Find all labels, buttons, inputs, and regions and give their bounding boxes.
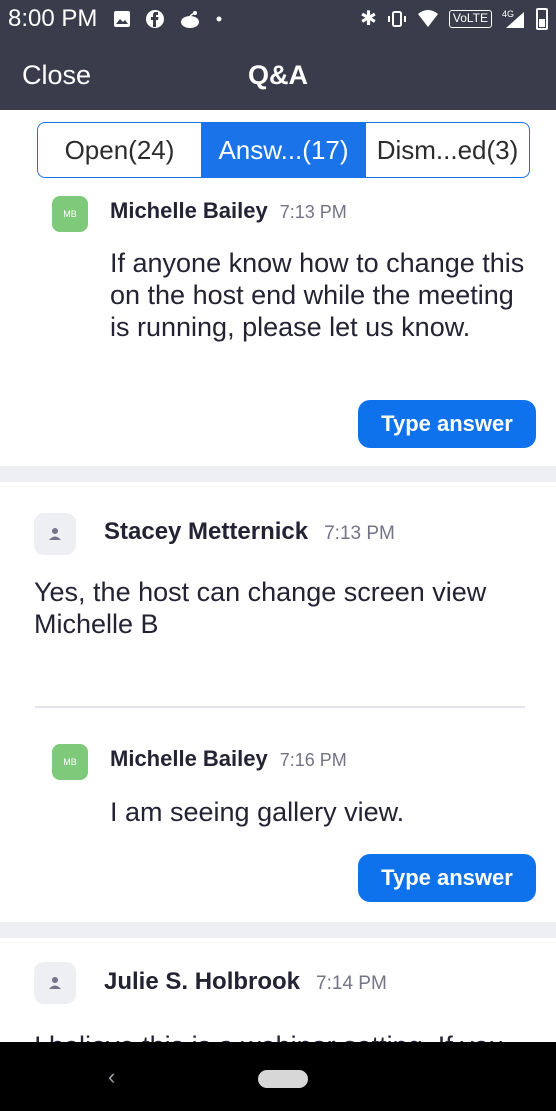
question-time: 7:13 PM	[279, 202, 347, 222]
status-time: 8:00 PM	[8, 5, 98, 32]
divider	[35, 706, 525, 708]
qa-content[interactable]: Open(24) Answ...(17) Dism...ed(3) MB Mic…	[0, 110, 556, 1042]
bluetooth-icon: ✱	[360, 8, 377, 30]
avatar: MB	[52, 744, 88, 780]
answer-time: 7:14 PM	[316, 973, 387, 994]
dot-icon	[216, 16, 222, 22]
facebook-icon	[146, 10, 165, 28]
vibrate-icon	[387, 11, 406, 27]
question-author: Michelle Bailey	[110, 746, 268, 771]
volte-icon: VoLTE	[448, 10, 492, 28]
status-bar: 8:00 PM ✱ VoLTE 4G	[0, 0, 556, 38]
avatar	[34, 513, 76, 555]
question-text: If anyone know how to change this on the…	[110, 248, 525, 342]
tab-dismissed[interactable]: Dism...ed(3)	[365, 123, 529, 177]
home-pill-icon[interactable]	[258, 1070, 308, 1088]
page-title: Q&A	[248, 60, 308, 90]
notification-icons	[113, 9, 223, 29]
answer-item: Julie S. Holbrook 7:14 PM I believe this…	[0, 938, 556, 1042]
image-icon	[114, 11, 131, 27]
question-item: MB Michelle Bailey 7:16 PM I am seeing g…	[0, 742, 556, 912]
type-answer-button[interactable]: Type answer	[358, 854, 536, 902]
navigation-bar: ‹	[0, 1042, 556, 1111]
qa-tabs: Open(24) Answ...(17) Dism...ed(3)	[37, 122, 530, 178]
answer-text: I believe this is a webinar setting. If …	[34, 1030, 534, 1042]
person-icon	[49, 528, 61, 540]
avatar	[34, 962, 76, 1004]
back-nav-icon[interactable]: ‹	[108, 1064, 115, 1090]
avatar: MB	[52, 196, 88, 232]
answer-author: Stacey Metternick	[104, 518, 309, 545]
tab-open[interactable]: Open(24)	[38, 123, 201, 177]
answer-text: Yes, the host can change screen view Mic…	[34, 577, 487, 639]
svg-text:4G: 4G	[502, 9, 514, 19]
signal-icon: 4G	[502, 9, 524, 28]
answer-time: 7:13 PM	[324, 523, 395, 544]
question-time: 7:16 PM	[279, 750, 347, 770]
wifi-icon	[417, 10, 438, 27]
section-divider	[0, 466, 556, 482]
reddit-icon	[181, 11, 200, 28]
question-text: I am seeing gallery view.	[110, 797, 405, 827]
answer-item: Stacey Metternick 7:13 PM Yes, the host …	[0, 482, 556, 706]
avatar-initials: MB	[63, 757, 77, 767]
system-icons: ✱ VoLTE 4G	[360, 8, 548, 30]
avatar-initials: MB	[63, 209, 77, 219]
person-icon	[49, 977, 61, 989]
type-answer-button[interactable]: Type answer	[358, 400, 536, 448]
question-author: Michelle Bailey	[110, 198, 268, 223]
app-bar: Close Q&A	[0, 38, 556, 110]
battery-icon	[536, 8, 548, 30]
answer-author: Julie S. Holbrook	[104, 968, 301, 995]
tab-answered[interactable]: Answ...(17)	[201, 123, 365, 177]
section-divider	[0, 922, 556, 938]
question-item: MB Michelle Bailey 7:13 PM If anyone kno…	[0, 192, 556, 468]
